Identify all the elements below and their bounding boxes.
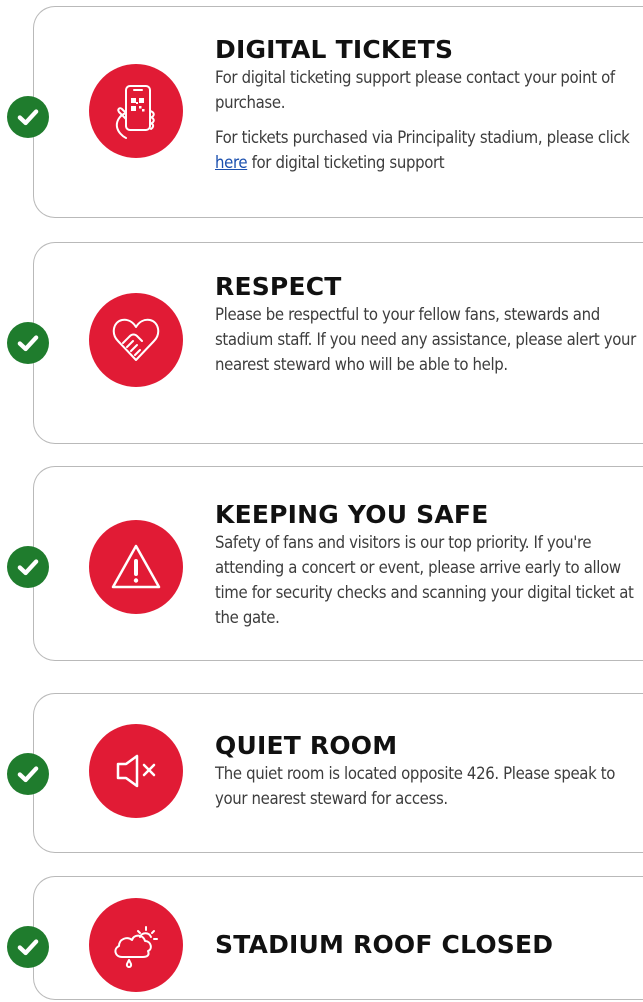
section-title: DIGITAL TICKETS bbox=[215, 35, 454, 64]
section-body: For digital ticketing support please con… bbox=[215, 68, 615, 112]
section-body-support: For tickets purchased via Principality s… bbox=[215, 125, 640, 175]
section-title: RESPECT bbox=[215, 272, 342, 301]
cloud-sun-rain-icon bbox=[89, 898, 183, 992]
body-text: for digital ticketing support bbox=[247, 153, 445, 172]
section-text-keeping-you-safe: KEEPING YOU SAFE Safety of fans and visi… bbox=[215, 500, 640, 630]
section-text-stadium-roof: STADIUM ROOF CLOSED bbox=[215, 930, 640, 960]
section-title: KEEPING YOU SAFE bbox=[215, 500, 489, 529]
check-icon bbox=[7, 322, 49, 364]
check-icon bbox=[7, 546, 49, 588]
speaker-mute-icon bbox=[89, 724, 183, 818]
check-icon bbox=[7, 753, 49, 795]
phone-qr-code-icon bbox=[89, 64, 183, 158]
handshake-heart-icon bbox=[89, 293, 183, 387]
section-text-respect: RESPECT Please be respectful to your fel… bbox=[215, 272, 640, 377]
here-link[interactable]: here bbox=[215, 153, 248, 172]
section-title: QUIET ROOM bbox=[215, 731, 398, 760]
check-icon bbox=[7, 96, 49, 138]
warning-triangle-icon bbox=[89, 520, 183, 614]
section-body: Please be respectful to your fellow fans… bbox=[215, 305, 636, 374]
check-icon bbox=[7, 926, 49, 968]
section-title: STADIUM ROOF CLOSED bbox=[215, 930, 554, 959]
section-text-quiet-room: QUIET ROOM The quiet room is located opp… bbox=[215, 731, 640, 811]
section-text-digital-tickets: DIGITAL TICKETS For digital ticketing su… bbox=[215, 35, 640, 175]
body-text: For tickets purchased via Principality s… bbox=[215, 128, 630, 147]
section-body: The quiet room is located opposite 426. … bbox=[215, 764, 616, 808]
section-body: Safety of fans and visitors is our top p… bbox=[215, 533, 634, 627]
